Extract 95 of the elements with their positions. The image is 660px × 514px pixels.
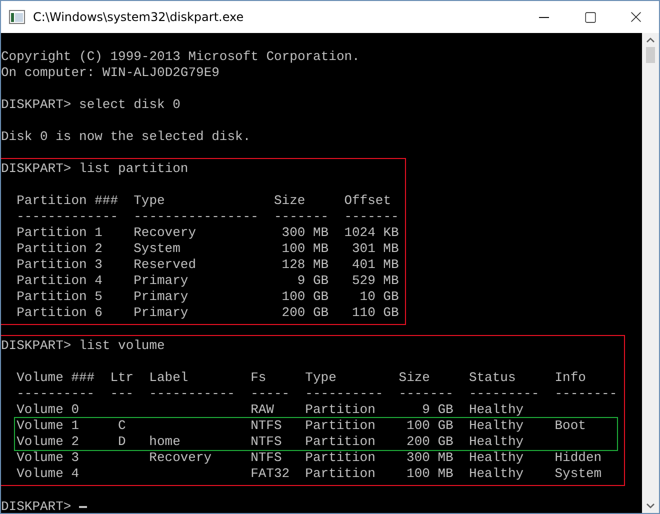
table-cell-text: Healthy	[468, 418, 525, 434]
table-cell-text: 100 GB	[280, 289, 329, 305]
table-cell-text: 9 GB	[421, 402, 454, 418]
column-header: Status	[468, 370, 517, 386]
table-cell-text: 401 MB	[350, 257, 399, 273]
table-cell-text: Healthy	[468, 402, 525, 418]
header-rule: -------------	[16, 209, 118, 225]
table-cell-text: Boot	[554, 418, 587, 434]
scroll-thumb[interactable]	[646, 47, 655, 63]
table-cell-text: 10 GB	[358, 289, 399, 305]
output-line: Disk 0 is now the selected disk.	[1, 129, 251, 145]
table-cell-text: NTFS	[250, 418, 283, 434]
table-cell-text: Partition	[305, 450, 376, 466]
header-rule: -----------	[149, 386, 235, 402]
command-line: DISKPART> select disk 0	[1, 97, 180, 113]
window-title: C:\Windows\system32\diskpart.exe	[33, 10, 245, 24]
scroll-up-icon[interactable]	[646, 37, 655, 43]
maximize-icon	[584, 10, 596, 24]
table-cell-text: Volume 4	[16, 466, 80, 482]
table-cell-text: 9 GB	[296, 273, 329, 289]
header-rule: ---	[110, 386, 134, 402]
header-rule: -------	[398, 386, 454, 402]
output-line: On computer: WIN-ALJ0D2G79E9	[1, 65, 220, 81]
table-cell-text: Partition 1	[16, 225, 104, 241]
table-cell-text: 128 MB	[280, 257, 329, 273]
table-cell-text: 100 MB	[406, 466, 454, 482]
column-header: Volume ###	[16, 370, 95, 386]
prompt-text: DISKPART>	[1, 499, 72, 513]
table-cell-text: Volume 0	[16, 402, 80, 418]
column-header: Offset	[344, 193, 392, 209]
table-cell-text: Primary	[134, 289, 190, 305]
table-cell-text: 300 MB	[280, 225, 329, 241]
header-rule: --------	[554, 386, 618, 402]
table-cell-text: D	[116, 434, 127, 450]
header-rule: ----------	[305, 386, 384, 402]
header-rule: ---------	[468, 386, 540, 402]
console-icon	[9, 10, 25, 24]
header-rule: -----	[250, 386, 290, 402]
command-line: DISKPART> list partition	[1, 161, 188, 177]
table-cell-text: 100 MB	[280, 241, 329, 257]
table-cell-text: 529 MB	[350, 273, 399, 289]
header-rule: ----------------	[134, 209, 258, 225]
column-header: Type	[305, 370, 338, 386]
scrollbar[interactable]	[642, 33, 659, 513]
table-cell-text: System	[134, 241, 182, 257]
minimize-icon	[539, 16, 549, 18]
table-cell-text: Healthy	[468, 466, 525, 482]
table-cell: FAT32	[250, 466, 290, 482]
column-header: Info	[554, 370, 587, 386]
table-cell-text: NTFS	[250, 434, 283, 450]
scroll-down-icon[interactable]	[646, 503, 655, 509]
column-header: Fs	[250, 370, 268, 386]
table-cell-text: 300 MB	[406, 450, 454, 466]
table-cell-text: Healthy	[468, 434, 525, 450]
table-cell: 1024 KB	[344, 225, 399, 241]
header-rule: -------	[344, 209, 399, 225]
table-cell-text: 200 GB	[280, 305, 329, 321]
column-header: Ltr	[110, 370, 134, 386]
table-cell-text: Partition	[305, 434, 376, 450]
column-header: Partition ###	[16, 193, 118, 209]
table-cell-text: home	[149, 434, 182, 450]
table-cell-text: Partition	[305, 418, 376, 434]
table-cell-text: Recovery	[134, 225, 198, 241]
table-cell-text: 100 GB	[406, 418, 454, 434]
table-cell-text: Primary	[134, 305, 190, 321]
output-line: Copyright (C) 1999-2013 Microsoft Corporation.	[1, 49, 360, 65]
header-rule: -------	[274, 209, 329, 225]
table-cell-text: Volume 2	[16, 434, 80, 450]
table-cell-text: Hidden	[554, 450, 603, 466]
table-cell-text: Partition 4	[16, 273, 104, 289]
table-cell-text: System	[554, 466, 603, 482]
table-cell-text: NTFS	[250, 450, 283, 466]
header-rule: ----------	[16, 386, 95, 402]
column-header: Size	[398, 370, 431, 386]
table-cell-text: Partition 5	[16, 289, 104, 305]
table-cell-text: Reserved	[134, 257, 198, 273]
table-cell-text: Volume 1	[16, 418, 80, 434]
table-cell-text: RAW	[250, 402, 275, 418]
command-line: DISKPART> list volume	[1, 338, 165, 354]
table-cell-text: Partition	[305, 466, 376, 482]
column-header: Type	[134, 193, 166, 209]
table-cell-text: Partition	[305, 402, 376, 418]
table-cell-text: Partition 2	[16, 241, 104, 257]
table-cell-text: Volume 3	[16, 450, 80, 466]
table-cell-text: Partition 3	[16, 257, 104, 273]
table-cell-text: C	[116, 418, 127, 434]
column-header: Size	[274, 193, 306, 209]
table-cell-text: Recovery	[149, 450, 213, 466]
column-header: Label	[149, 370, 190, 386]
table-cell-text: 301 MB	[350, 241, 399, 257]
table-cell-text: 200 GB	[406, 434, 454, 450]
table-cell-text: Healthy	[468, 450, 525, 466]
table-cell-text: Primary	[134, 273, 190, 289]
table-cell-text: 110 GB	[350, 305, 399, 321]
table-cell-text: Partition 6	[16, 305, 104, 321]
